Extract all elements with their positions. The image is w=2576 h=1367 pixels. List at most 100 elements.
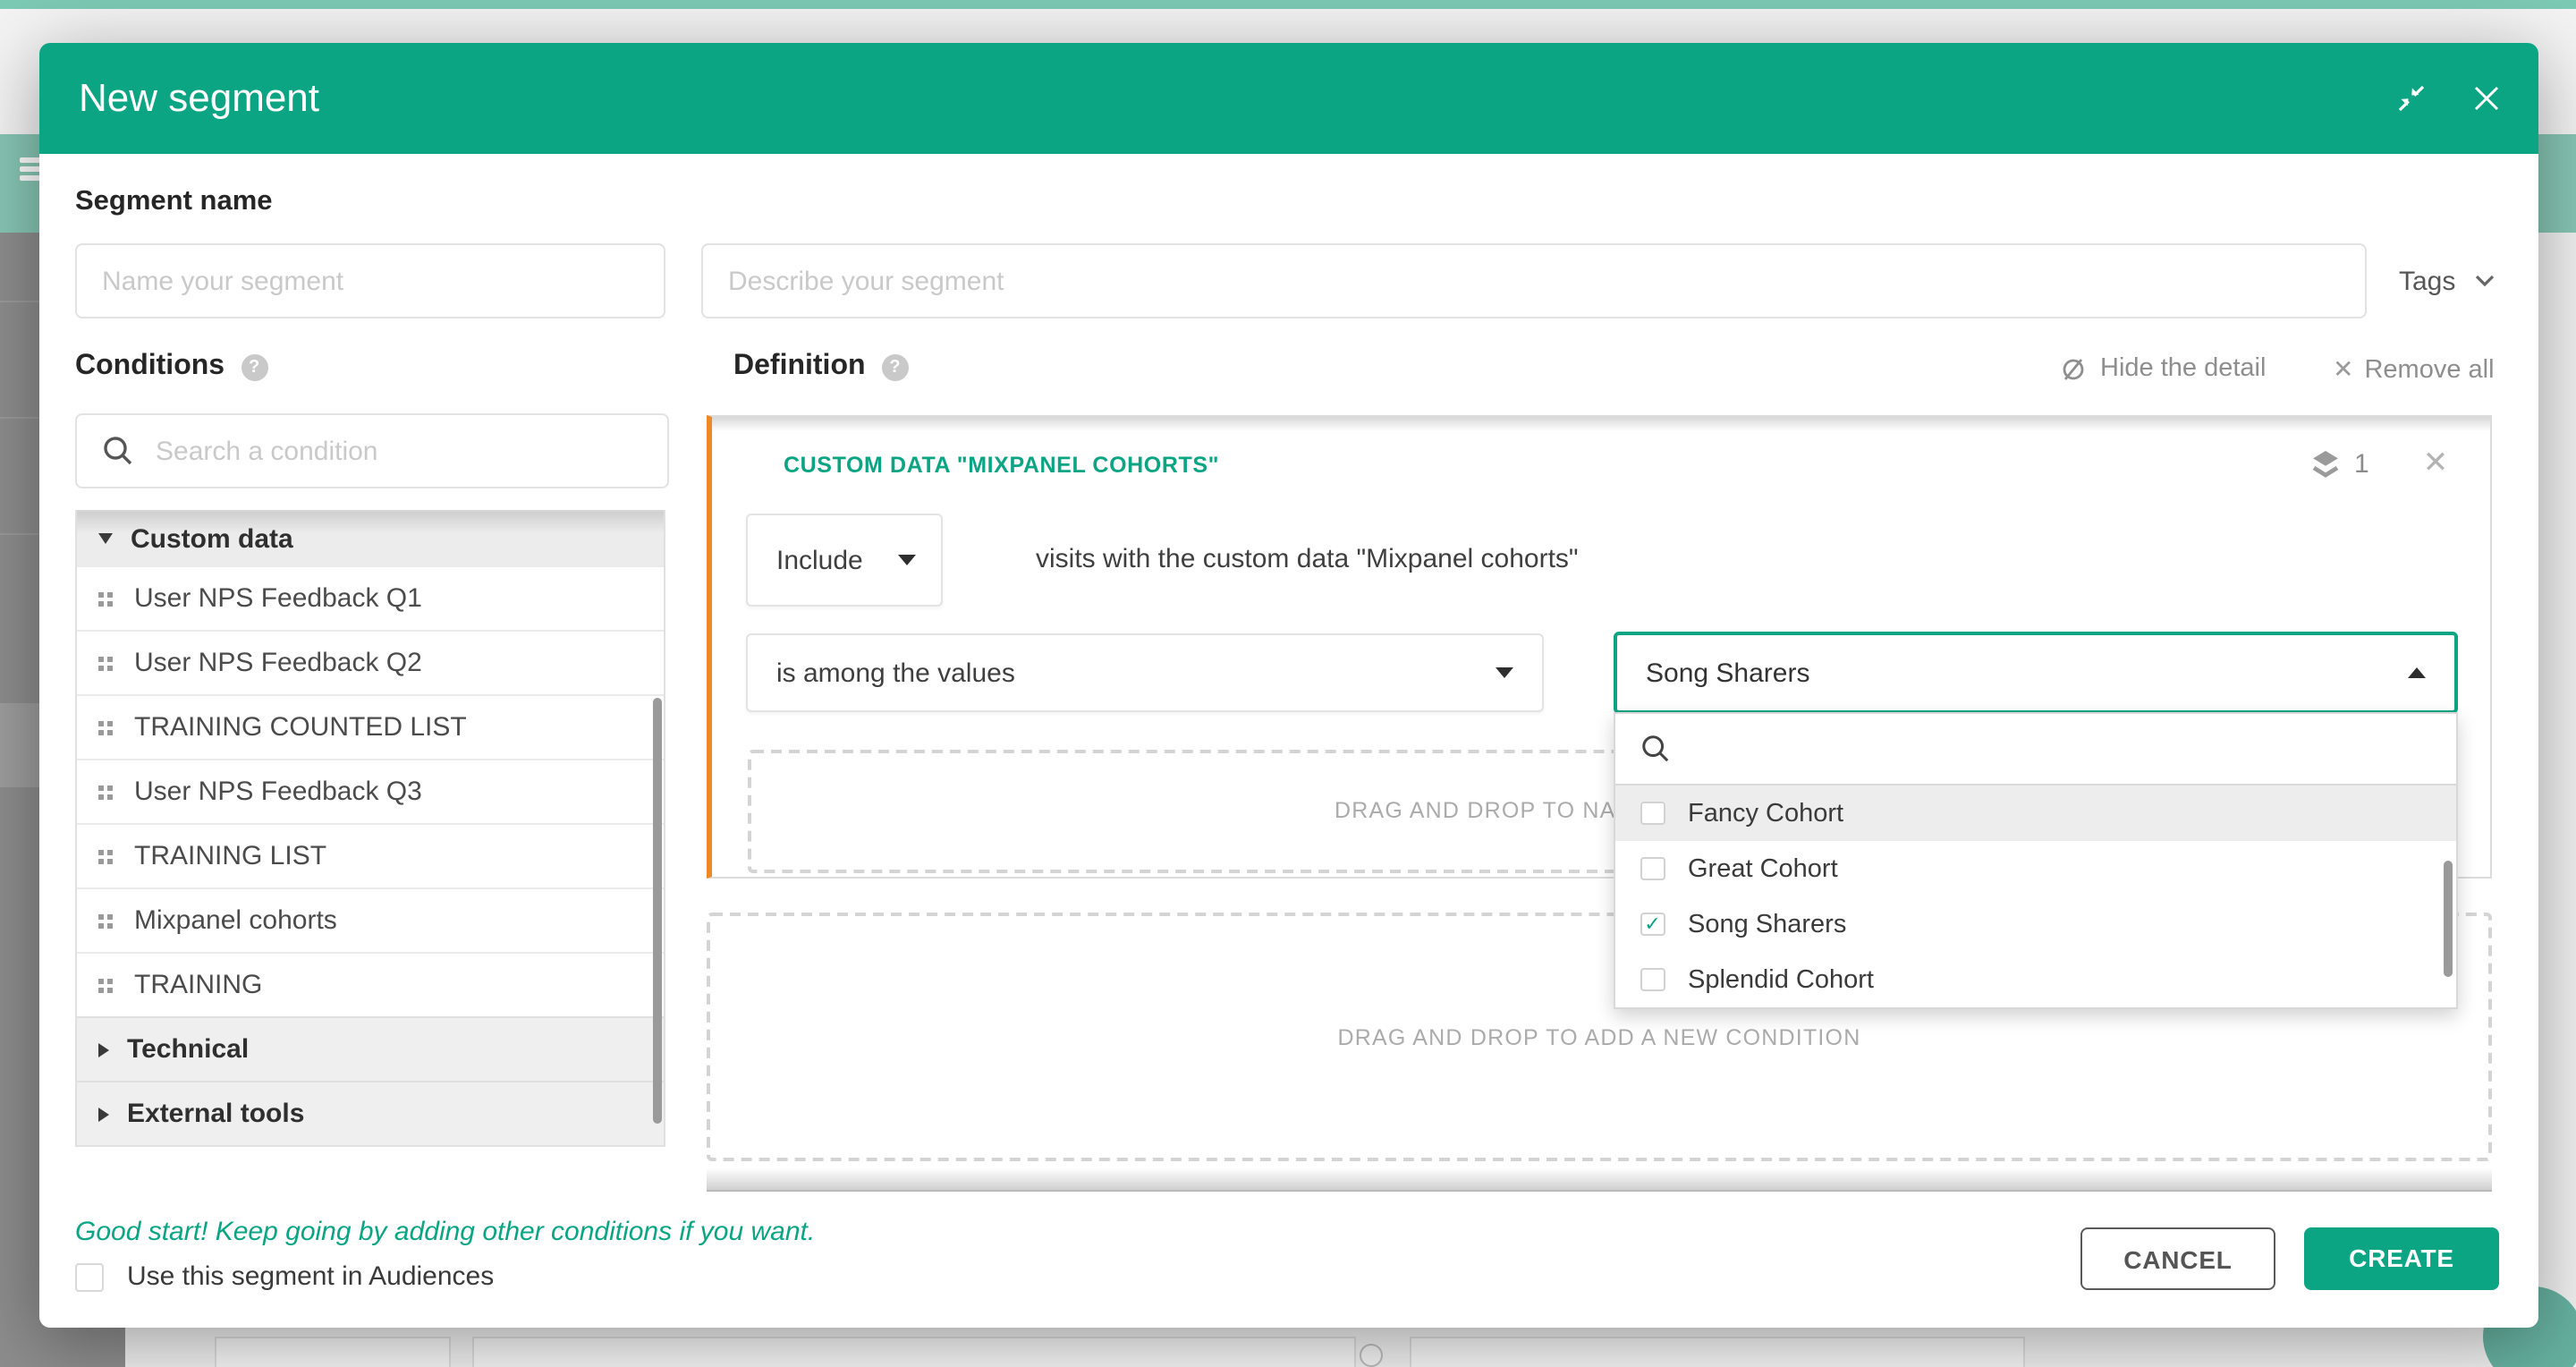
screen: New segment Segment name Tags [0, 0, 2576, 1367]
x-icon: ✕ [2333, 354, 2353, 385]
segment-name-label: Segment name [75, 186, 273, 218]
drag-handle-icon[interactable] [98, 656, 113, 670]
checkbox[interactable] [1640, 802, 1665, 826]
value-dropdown[interactable]: Song Sharers [1614, 632, 2458, 714]
hide-detail-button[interactable]: Hide the detail [2057, 354, 2266, 383]
condition-search-placeholder: Search a condition [156, 436, 378, 466]
operator-dropdown[interactable]: is among the values [746, 633, 1544, 712]
checkbox[interactable] [1640, 968, 1665, 992]
value-selected: Song Sharers [1646, 658, 1809, 688]
condition-item-label: User NPS Feedback Q2 [134, 648, 422, 678]
checked-checkbox[interactable]: ✓ [1640, 913, 1665, 937]
card-top-gradient [712, 417, 2490, 431]
include-value: Include [776, 545, 863, 575]
layers-icon[interactable] [2311, 448, 2340, 479]
condition-item-label: User NPS Feedback Q1 [134, 583, 422, 614]
condition-item-user-nps-feedback-q1[interactable]: User NPS Feedback Q1 [77, 565, 664, 630]
hide-detail-label: Hide the detail [2100, 354, 2266, 383]
cancel-button[interactable]: CANCEL [2080, 1227, 2275, 1290]
create-button[interactable]: CREATE [2304, 1227, 2499, 1290]
condition-item-training-list[interactable]: TRAINING LIST [77, 823, 664, 887]
condition-item-user-nps-feedback-q2[interactable]: User NPS Feedback Q2 [77, 630, 664, 694]
conditions-list: Custom data User NPS Feedback Q1 User NPS … [75, 510, 665, 1147]
horizontal-scrollbar[interactable] [707, 1168, 2492, 1192]
condition-group-external-tools[interactable]: External tools [77, 1081, 664, 1145]
remove-condition-icon[interactable]: ✕ [2423, 446, 2449, 481]
help-icon[interactable]: ? [241, 353, 267, 380]
new-condition-dropzone-text: DRAG AND DROP TO ADD A NEW CONDITION [1338, 1024, 1861, 1049]
include-dropdown[interactable]: Include [746, 514, 943, 607]
condition-group-technical[interactable]: Technical [77, 1016, 664, 1081]
condition-item-label: TRAINING COUNTED LIST [134, 712, 467, 743]
operator-value: is among the values [776, 658, 1015, 688]
value-option-great-cohort[interactable]: Great Cohort [1615, 841, 2456, 896]
condition-item-label: User NPS Feedback Q3 [134, 777, 422, 807]
background-teal-strip [0, 0, 2576, 9]
condition-item-label: TRAINING LIST [134, 841, 326, 871]
condition-item-mixpanel-cohorts[interactable]: Mixpanel cohorts [77, 887, 664, 952]
value-search-input[interactable] [1615, 714, 2456, 785]
help-icon[interactable]: ? [882, 353, 909, 380]
segment-name-input[interactable] [75, 243, 665, 318]
condition-item-training[interactable]: TRAINING [77, 952, 664, 1016]
eye-off-icon [2057, 355, 2089, 382]
hint-message: Good start! Keep going by adding other c… [75, 1217, 815, 1247]
close-icon[interactable] [2472, 84, 2501, 113]
value-option-fancy-cohort[interactable]: Fancy Cohort [1615, 785, 2456, 841]
group-label: Technical [127, 1034, 249, 1065]
value-option-label: Great Cohort [1688, 854, 1838, 883]
dialog-header: New segment [39, 43, 2538, 154]
drag-handle-icon[interactable] [98, 720, 113, 734]
definition-label: Definition [733, 351, 866, 383]
vertical-scrollbar[interactable] [2444, 861, 2452, 977]
definition-header: Definition ? [733, 351, 909, 383]
audiences-checkbox[interactable] [75, 1262, 104, 1291]
value-option-label: Fancy Cohort [1688, 799, 1843, 828]
value-option-song-sharers[interactable]: ✓ Song Sharers [1615, 896, 2456, 952]
chevron-down-icon [2473, 274, 2495, 288]
condition-item-user-nps-feedback-q3[interactable]: User NPS Feedback Q3 [77, 759, 664, 823]
caret-down-icon [898, 555, 916, 565]
condition-item-label: Mixpanel cohorts [134, 905, 337, 936]
remove-all-button[interactable]: ✕ Remove all [2333, 354, 2495, 385]
condition-description: visits with the custom data "Mixpanel co… [1036, 514, 1579, 607]
card-controls: 1 ✕ [2311, 446, 2448, 481]
search-icon [1640, 734, 1671, 764]
audiences-option[interactable]: Use this segment in Audiences [75, 1261, 494, 1292]
checkbox[interactable] [1640, 857, 1665, 881]
drag-handle-icon[interactable] [98, 849, 113, 863]
value-option-label: Song Sharers [1688, 910, 1846, 938]
search-icon [102, 435, 134, 467]
drag-handle-icon[interactable] [98, 785, 113, 799]
narrow-dropzone-text: DRAG AND DROP TO NAR [1335, 753, 1633, 870]
value-options-list: Fancy Cohort Great Cohort ✓ Song Sharers Spl… [1615, 785, 2456, 1007]
condition-item-training-counted-list[interactable]: TRAINING COUNTED LIST [77, 694, 664, 759]
remove-all-label: Remove all [2364, 355, 2494, 384]
tags-label: Tags [2399, 266, 2455, 296]
triangle-right-icon [98, 1107, 109, 1121]
dialog-title: New segment [79, 43, 319, 154]
caret-up-icon [2408, 667, 2426, 678]
background-panel [215, 1337, 451, 1367]
group-label: Custom data [131, 523, 293, 554]
condition-search-input[interactable]: Search a condition [75, 413, 669, 488]
group-label: External tools [127, 1099, 304, 1129]
conditions-label: Conditions [75, 351, 225, 383]
background-radio-dot [1360, 1344, 1383, 1367]
condition-group-custom-data[interactable]: Custom data [77, 510, 664, 565]
tags-dropdown[interactable]: Tags [2399, 243, 2495, 318]
drag-handle-icon[interactable] [98, 591, 113, 606]
segment-description-input[interactable] [701, 243, 2367, 318]
conditions-header: Conditions ? [75, 351, 267, 383]
collapse-icon[interactable] [2397, 84, 2426, 113]
condition-card-title: CUSTOM DATA "MIXPANEL COHORTS" [784, 453, 1219, 478]
value-dropdown-panel: Fancy Cohort Great Cohort ✓ Song Sharers Spl… [1614, 712, 2458, 1009]
drag-handle-icon[interactable] [98, 978, 113, 992]
value-option-splendid-cohort[interactable]: Splendid Cohort [1615, 952, 2456, 1007]
vertical-scrollbar[interactable] [653, 698, 661, 1124]
drag-handle-icon[interactable] [98, 913, 113, 928]
caret-down-icon [1496, 667, 1513, 678]
triangle-down-icon [98, 533, 113, 544]
background-panel [1410, 1337, 2025, 1367]
layer-count: 1 [2354, 448, 2369, 479]
